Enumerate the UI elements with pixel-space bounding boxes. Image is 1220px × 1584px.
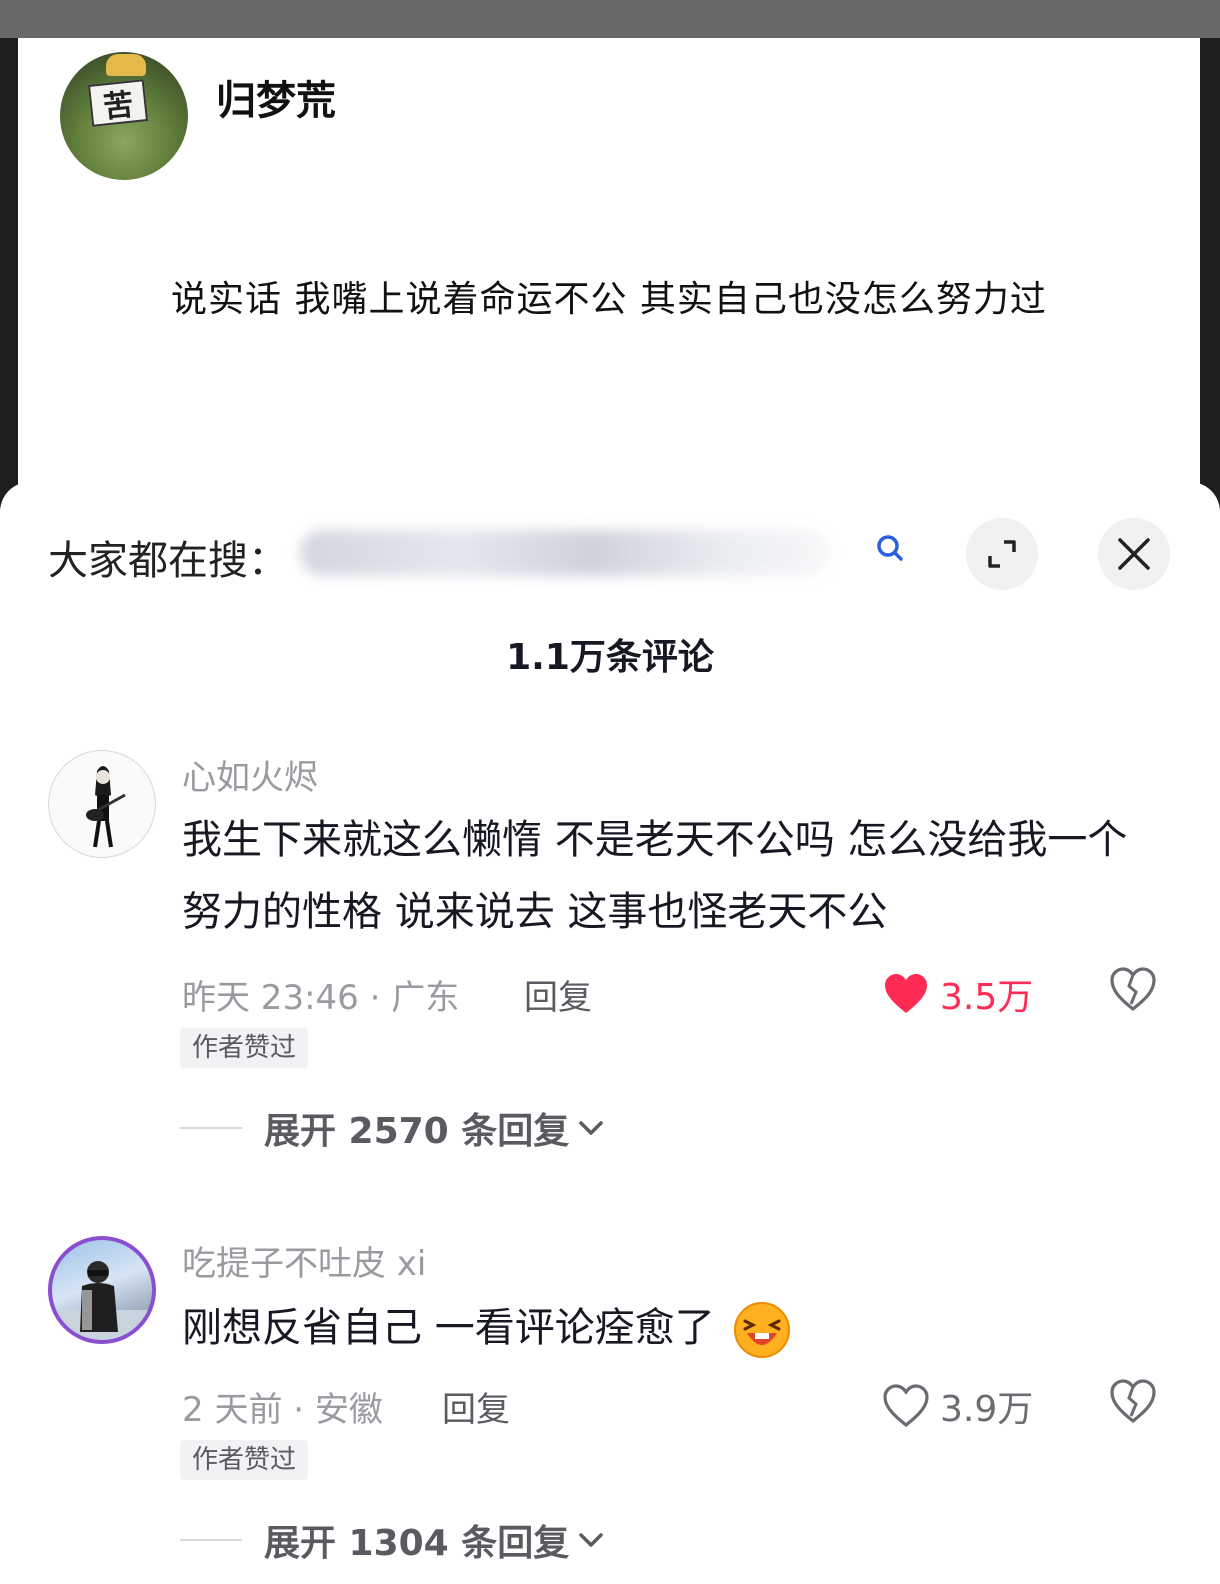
comment-time-location: 2 天前 · 安徽 <box>182 1390 383 1430</box>
chevron-down-icon <box>579 1121 604 1135</box>
expand-icon <box>988 540 1016 568</box>
search-icon[interactable] <box>872 530 908 566</box>
post-author-name[interactable]: 归梦荒 <box>216 68 336 126</box>
guitarist-avatar-image <box>86 766 126 848</box>
expand-replies-label: 展开 2570 条回复 <box>264 1111 570 1152</box>
divider-line <box>180 1127 242 1129</box>
heart-outline-icon <box>883 1384 929 1428</box>
expand-replies-button[interactable]: 展开 2570 条回复 <box>180 1102 605 1154</box>
avatar-sign: 苦 <box>87 79 149 127</box>
post-frame-right <box>1200 38 1220 508</box>
like-count: 3.5万 <box>940 977 1034 1018</box>
comment-count: 1.1万条评论 <box>506 637 714 678</box>
like-button[interactable]: 3.9万 <box>882 1380 1033 1432</box>
author-liked-badge: 作者赞过 <box>180 1028 309 1068</box>
reply-button[interactable]: 回复 <box>442 1382 510 1431</box>
comment-content: 刚想反省自己 一看评论痊愈了 <box>182 1292 1162 1364</box>
laughing-emoji-icon <box>734 1302 791 1358</box>
post-text: 说实话 我嘴上说着命运不公 其实自己也没怎么努力过 <box>171 279 1047 320</box>
comment-time-location: 昨天 23:46 · 广东 <box>182 978 460 1018</box>
close-button[interactable] <box>1098 518 1170 590</box>
heart-icon <box>885 974 927 1013</box>
author-liked-badge: 作者赞过 <box>180 1440 309 1480</box>
comment-text: 刚想反省自己 一看评论痊愈了 <box>182 1305 715 1351</box>
post-frame-left <box>0 38 18 508</box>
comment-sheet: 大家都在搜： 1.1万条评论 心如火烬 我生下来就这么懒惰 不是老天不公吗 怎么… <box>0 482 1220 1584</box>
expand-button[interactable] <box>966 518 1038 590</box>
divider-line <box>180 1539 242 1541</box>
commenter-avatar[interactable] <box>48 1236 156 1344</box>
commenter-avatar[interactable] <box>48 750 156 858</box>
avatar-hat <box>106 54 146 76</box>
comment-username[interactable]: 心如火烬 <box>182 750 318 799</box>
chevron-down-icon <box>579 1533 604 1547</box>
expand-replies-label: 展开 1304 条回复 <box>264 1523 570 1564</box>
search-suggestion-label: 大家都在搜： <box>48 538 288 584</box>
expand-replies-button[interactable]: 展开 1304 条回复 <box>180 1514 605 1566</box>
close-icon <box>1118 538 1150 570</box>
author-avatar[interactable]: 苦 <box>60 52 188 180</box>
broken-heart-icon[interactable] <box>1108 966 1158 1012</box>
comment-content: 我生下来就这么懒惰 不是老天不公吗 怎么没给我一个努力的性格 说来说去 这事也怪… <box>182 817 1128 935</box>
like-count: 3.9万 <box>940 1389 1034 1430</box>
comment-username[interactable]: 吃提子不吐皮 xi <box>182 1236 426 1285</box>
status-bar <box>0 0 1220 38</box>
person-avatar-image <box>52 1261 152 1340</box>
post-card: 苦 归梦荒 说实话 我嘴上说着命运不公 其实自己也没怎么努力过 <box>18 38 1200 508</box>
broken-heart-icon[interactable] <box>1108 1378 1158 1424</box>
reply-button[interactable]: 回复 <box>524 970 592 1019</box>
search-suggestion-blurred[interactable] <box>300 530 830 576</box>
like-button[interactable]: 3.5万 <box>882 968 1033 1020</box>
